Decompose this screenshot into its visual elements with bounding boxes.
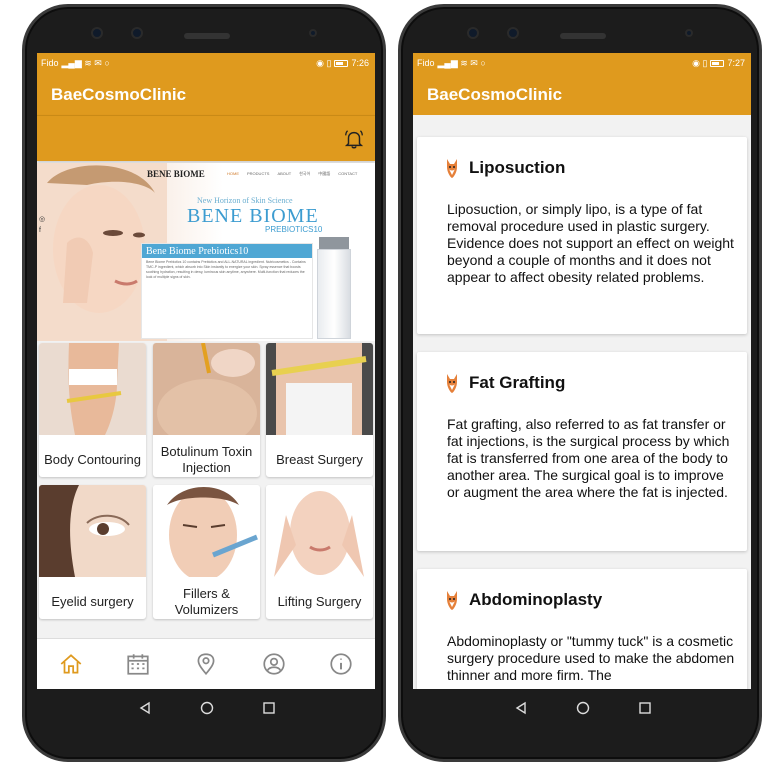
promo-banner[interactable]: ◎ f BENE BIOME HOME PRODUCTS ABOUT 한국어 中… — [37, 163, 375, 341]
product-info-box: Bene Biome Prebiotics10 Bene Biome Prebi… — [141, 243, 313, 339]
sensor-icon — [131, 27, 143, 39]
toolbar — [37, 115, 375, 161]
procedure-list[interactable]: Liposuction Liposuction, or simply lipo,… — [413, 115, 751, 689]
product-box-text: Bene Biome Prebiotics 10 contains Prebio… — [146, 260, 306, 279]
body-contouring-image — [39, 343, 146, 435]
phone-frame-left: Fido ▂▄▆ ≋ ✉ ○ ◉ ▯ 7:26 BaeCosmoClinic ◎… — [22, 4, 386, 762]
carrier-label: Fido — [417, 58, 435, 68]
botulinum-injection-image — [153, 343, 260, 447]
lifting-surgery-image — [266, 485, 373, 577]
tile-label: Lifting Surgery — [277, 594, 362, 609]
card-title: Liposuction — [469, 158, 566, 177]
banner-prebiotics: PREBIOTICS10 — [265, 225, 323, 234]
banner-nav: HOME PRODUCTS ABOUT 한국어 中國語 CONTACT — [227, 171, 357, 177]
tile-label: Botulinum Toxin Injection — [160, 444, 253, 475]
signal-icon: ▂▄▆ ≋ ✉ ○ — [437, 57, 486, 68]
battery-icon — [334, 59, 349, 67]
status-time: 7:26 — [351, 58, 369, 68]
tile-label: Fillers & Volumizers — [174, 586, 239, 617]
proximity-sensor-icon — [685, 29, 693, 37]
procedure-card-fat-grafting[interactable]: Fat Grafting Fat grafting, also referred… — [417, 352, 747, 551]
bottom-navigation — [37, 638, 375, 689]
proximity-sensor-icon — [309, 29, 317, 37]
banner-nav-contact[interactable]: CONTACT — [338, 171, 357, 177]
tile-body-contouring[interactable]: Body Contouring — [39, 343, 146, 477]
earpiece-speaker — [184, 33, 230, 39]
status-bar: Fido ▂▄▆ ≋ ✉ ○ ◉ ▯ 7:26 — [37, 53, 375, 73]
carrier-label: Fido — [41, 58, 59, 68]
procedure-icon — [447, 591, 457, 610]
home-key-icon[interactable] — [576, 701, 590, 715]
card-body: Fat grafting, also referred to as fat tr… — [447, 416, 730, 500]
facebook-icon[interactable]: f — [39, 227, 41, 234]
back-key-icon[interactable] — [514, 701, 528, 715]
eyelid-surgery-image — [39, 485, 146, 577]
app-title: BaeCosmoClinic — [37, 73, 375, 115]
notification-bell-icon[interactable] — [343, 128, 365, 150]
banner-nav-home[interactable]: HOME — [227, 171, 239, 177]
sensor-icon — [507, 27, 519, 39]
calendar-icon[interactable] — [125, 651, 151, 677]
home-key-icon[interactable] — [200, 701, 214, 715]
tile-fillers-volumizers[interactable]: Fillers & Volumizers — [153, 485, 260, 619]
procedure-card-liposuction[interactable]: Liposuction Liposuction, or simply lipo,… — [417, 137, 747, 334]
banner-nav-about[interactable]: ABOUT — [277, 171, 291, 177]
tile-label: Eyelid surgery — [51, 594, 134, 609]
banner-tagline: New Horizon of Skin Science — [197, 196, 293, 205]
right-screen: Fido ▂▄▆ ≋ ✉ ○ ◉ ▯ 7:27 BaeCosmoClinic L… — [413, 53, 751, 689]
tile-eyelid-surgery[interactable]: Eyelid surgery — [39, 485, 146, 619]
app-title: BaeCosmoClinic — [413, 73, 751, 115]
procedure-icon — [447, 159, 457, 178]
banner-nav-chinese[interactable]: 中國語 — [318, 171, 330, 177]
vibrate-icon: ◉ ▯ — [692, 57, 708, 68]
instagram-icon[interactable]: ◎ — [39, 215, 45, 223]
profile-icon[interactable] — [261, 651, 287, 677]
breast-surgery-image — [266, 343, 373, 435]
location-icon[interactable] — [193, 651, 219, 677]
phone-frame-right: Fido ▂▄▆ ≋ ✉ ○ ◉ ▯ 7:27 BaeCosmoClinic L… — [398, 4, 762, 762]
card-title: Fat Grafting — [469, 373, 566, 392]
fillers-image — [153, 485, 260, 581]
procedure-icon — [447, 374, 457, 393]
front-camera-icon — [91, 27, 103, 39]
info-icon[interactable] — [328, 651, 354, 677]
procedure-card-abdominoplasty[interactable]: Abdominoplasty Abdominoplasty or "tummy … — [417, 569, 747, 689]
product-bottle-image — [317, 249, 351, 339]
status-bar: Fido ▂▄▆ ≋ ✉ ○ ◉ ▯ 7:27 — [413, 53, 751, 73]
tile-label: Body Contouring — [44, 452, 141, 467]
signal-icon: ▂▄▆ ≋ ✉ ○ — [61, 57, 110, 68]
status-time: 7:27 — [727, 58, 745, 68]
recents-key-icon[interactable] — [638, 701, 652, 715]
left-screen: Fido ▂▄▆ ≋ ✉ ○ ◉ ▯ 7:26 BaeCosmoClinic ◎… — [37, 53, 375, 689]
earpiece-speaker — [560, 33, 606, 39]
recents-key-icon[interactable] — [262, 701, 276, 715]
banner-nav-products[interactable]: PRODUCTS — [247, 171, 269, 177]
back-key-icon[interactable] — [138, 701, 152, 715]
product-box-title: Bene Biome Prebiotics10 — [142, 244, 312, 258]
home-icon[interactable] — [58, 651, 84, 677]
tile-lifting-surgery[interactable]: Lifting Surgery — [266, 485, 373, 619]
front-camera-icon — [467, 27, 479, 39]
tile-breast-surgery[interactable]: Breast Surgery — [266, 343, 373, 477]
card-body: Abdominoplasty or "tummy tuck" is a cosm… — [447, 633, 735, 683]
system-nav-bar — [401, 693, 765, 723]
card-title: Abdominoplasty — [469, 590, 603, 609]
system-nav-bar — [25, 693, 389, 723]
battery-icon — [710, 59, 725, 67]
vibrate-icon: ◉ ▯ — [316, 57, 332, 68]
card-body: Liposuction, or simply lipo, is a type o… — [447, 201, 734, 285]
banner-brand: BENE BIOME — [147, 169, 205, 179]
tile-botulinum-toxin[interactable]: Botulinum Toxin Injection — [153, 343, 260, 477]
tile-label: Breast Surgery — [276, 452, 363, 467]
banner-nav-korean[interactable]: 한국어 — [299, 171, 310, 177]
